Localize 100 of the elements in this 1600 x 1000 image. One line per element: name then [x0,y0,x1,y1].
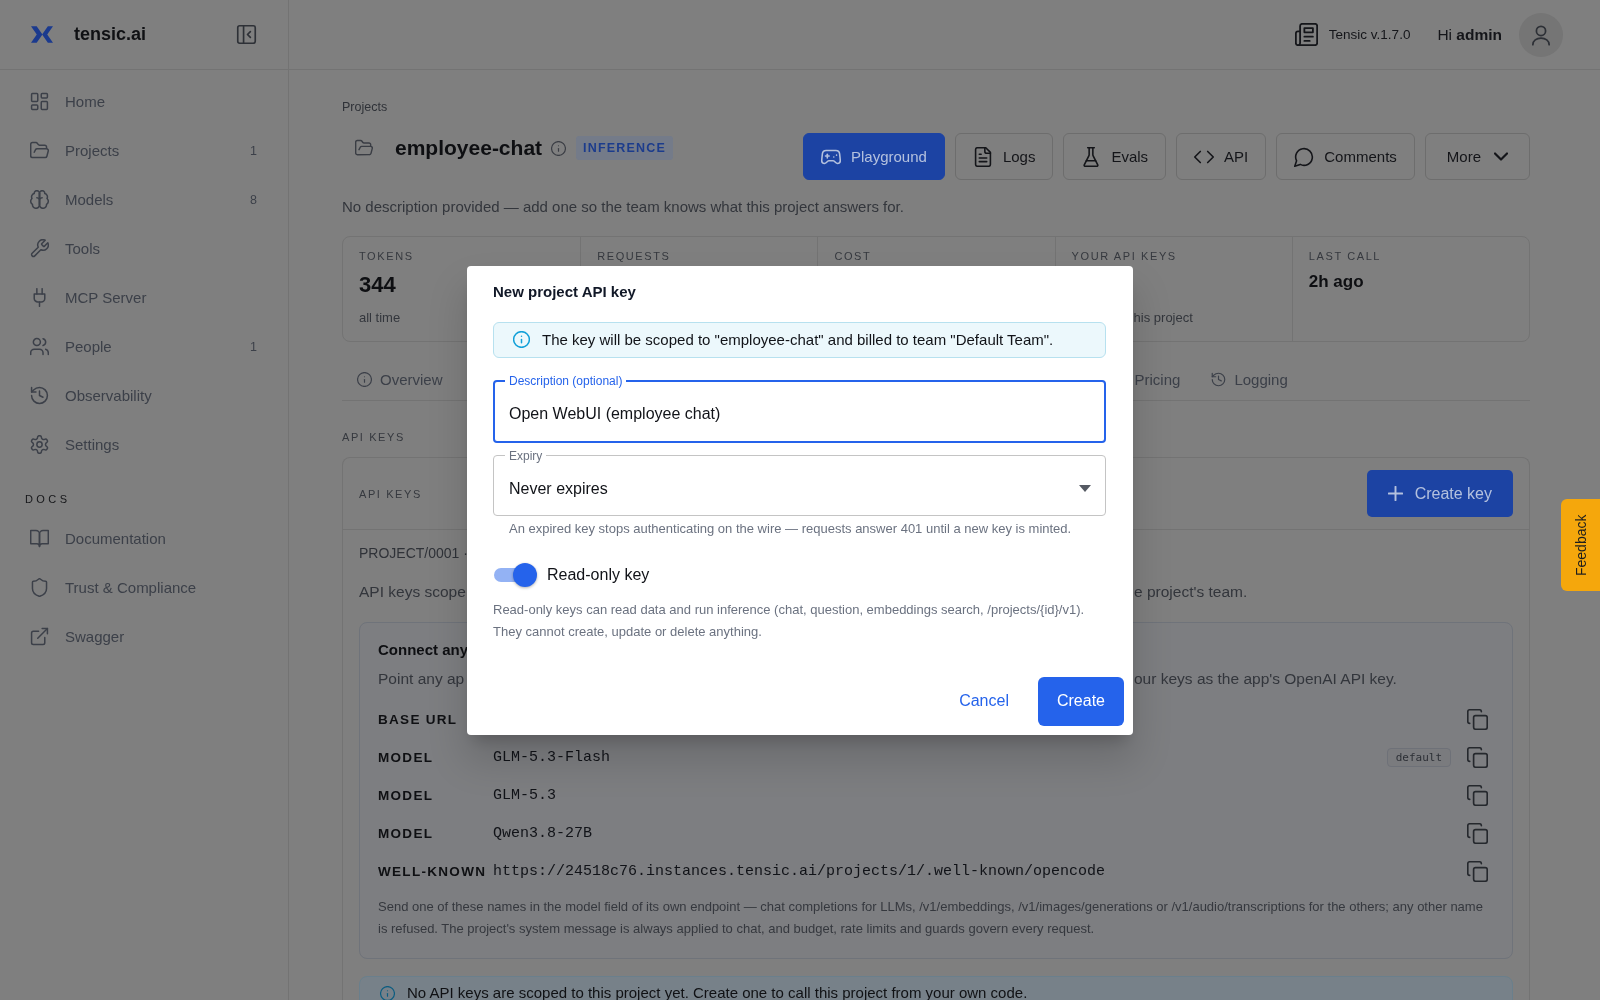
tab[interactable]: Overview [357,360,443,400]
history-icon [30,386,49,405]
endpoint-label: WELL-KNOWN [378,863,487,879]
description-field[interactable]: Description (optional) Open WebUI (employee chat) [493,373,1106,443]
scope-text: e project's team. [1134,582,1248,602]
endpoint-label: MODEL [378,825,434,841]
section-heading: DOCS [25,492,71,507]
info-icon [357,371,372,387]
playground-button[interactable]: Playground [803,133,945,180]
book-icon [30,529,49,548]
stat-label: REQUESTS [597,249,671,263]
plug-icon [30,288,49,307]
brain-icon [30,190,49,209]
tab[interactable]: Logging [1211,360,1288,400]
usage-note: Send one of these names in the model field of its own endpoint — chat completions for LLMs, /v1/embeddings, /v1/images/generations or /v1/audio/transcriptions for the others; any other name is refused. The project's system message is always applied to chat, and budget, rate limits and guards govern every request. [378,898,1484,938]
nav-item[interactable]: Home [0,77,288,126]
info-icon [380,985,395,1000]
nav-item[interactable]: Settings [0,420,288,469]
intro-text: Point any ap [378,669,465,689]
version-label: Tensic v.1.7.0 [1328,27,1411,42]
stat-label: YOUR API KEYS [1071,249,1177,263]
stat-label: LAST CALL [1308,249,1382,263]
caret-down-icon [1079,485,1091,492]
notice-text: The key will be scoped to "employee-chat" and billed to team "Default Team". [542,330,1054,349]
endpoint-value: GLM-5.3 [493,786,556,804]
endpoint-label: MODEL [378,749,434,765]
brand-name: tensic.ai [74,24,147,45]
stat-value: 344 [359,271,396,299]
copy-icon[interactable] [1467,860,1488,882]
copy-icon[interactable] [1467,822,1488,844]
helper-text: An expired key stops authenticating on the wire — requests answer 401 until a new key is minted. [509,519,1072,538]
comments-button[interactable]: Comments [1276,133,1415,180]
project-title: employee-chat [395,135,543,161]
endpoint-label: BASE URL [378,711,458,727]
stat-value: 2h ago [1308,271,1364,293]
stat-label: COST [834,249,872,263]
project-reference: PROJECT/0001 · [359,544,468,562]
create-button[interactable]: Create [1037,676,1124,726]
nav-item[interactable]: Documentation [0,514,288,563]
info-icon[interactable] [551,140,567,156]
breadcrumb-link[interactable]: Projects [342,99,388,115]
folder-icon [355,139,373,157]
more-button[interactable]: More [1424,133,1530,180]
copy-icon[interactable] [1467,708,1488,730]
nav-item[interactable]: Observability [0,371,288,420]
collapse-sidebar-icon[interactable] [236,24,257,45]
toggle-switch[interactable] [494,562,537,587]
help-text: Read-only keys can read data and run inference (chat, question, embeddings search, /projects/{id}/v1). They cannot create, update or delete anything. [493,600,1086,641]
cancel-button[interactable]: Cancel [943,676,1025,726]
nav-item[interactable]: People 1 [0,322,288,371]
item-count: 1 [250,143,257,158]
document-icon [972,146,993,167]
logs-button[interactable]: Logs [954,133,1054,180]
card-heading: API KEYS [359,487,422,500]
endpoint-value: GLM-5.3-Flash [493,748,611,766]
copy-icon[interactable] [1467,784,1488,806]
greeting-text: Hi admin [1437,25,1502,44]
api-button[interactable]: API [1176,133,1267,180]
speech-bubble-icon [1294,146,1315,167]
stat-caption: all time [359,309,401,327]
grid-icon [30,92,49,111]
intro-text: our keys as the app's OpenAI API key. [1134,669,1397,689]
avatar-icon[interactable] [1519,12,1563,57]
wrench-icon [30,239,49,258]
evals-button[interactable]: Evals [1063,133,1167,180]
endpoint-value: Qwen3.8-27B [493,824,593,842]
default-badge: default [1386,747,1451,767]
tab[interactable]: Pricing [1134,360,1181,400]
connect-heading: Connect any [378,640,468,660]
folder-icon [30,141,49,160]
settings-icon [30,435,49,454]
endpoint-label: MODEL [378,787,434,803]
nav-item[interactable]: Projects 1 [0,126,288,175]
item-count: 8 [250,192,257,207]
newspaper-icon[interactable] [1294,23,1318,46]
people-icon [30,337,49,356]
expiry-select[interactable]: Expiry Never expires [493,448,1106,516]
type-badge: INFERENCE [576,136,674,160]
shield-icon [30,578,49,597]
nav-item[interactable]: Trust & Compliance [0,563,288,612]
chevron-down-icon [1494,152,1508,161]
external-link-icon [30,627,49,646]
toggle-label: Read-only key [547,565,650,584]
nav-item[interactable]: MCP Server [0,273,288,322]
nav-item[interactable]: Tools [0,224,288,273]
project-description: No description provided — add one so the team knows what this project answers for. [342,197,905,217]
nav-item[interactable]: Models 8 [0,175,288,224]
feedback-tab[interactable]: Feedback [1561,499,1600,591]
info-icon [513,331,530,348]
copy-icon[interactable] [1467,746,1488,768]
create-key-button[interactable]: Create key [1366,470,1513,517]
scope-text: API keys scope [359,582,466,602]
logo-icon [31,26,53,43]
section-heading: API KEYS [342,430,405,444]
nav-item[interactable]: Swagger [0,612,288,661]
stat-caption: his project [1133,309,1193,327]
field-label: Expiry [508,448,544,463]
history-icon [1211,371,1227,387]
flask-icon [1081,146,1102,167]
dialog-title: New project API key [493,281,636,302]
